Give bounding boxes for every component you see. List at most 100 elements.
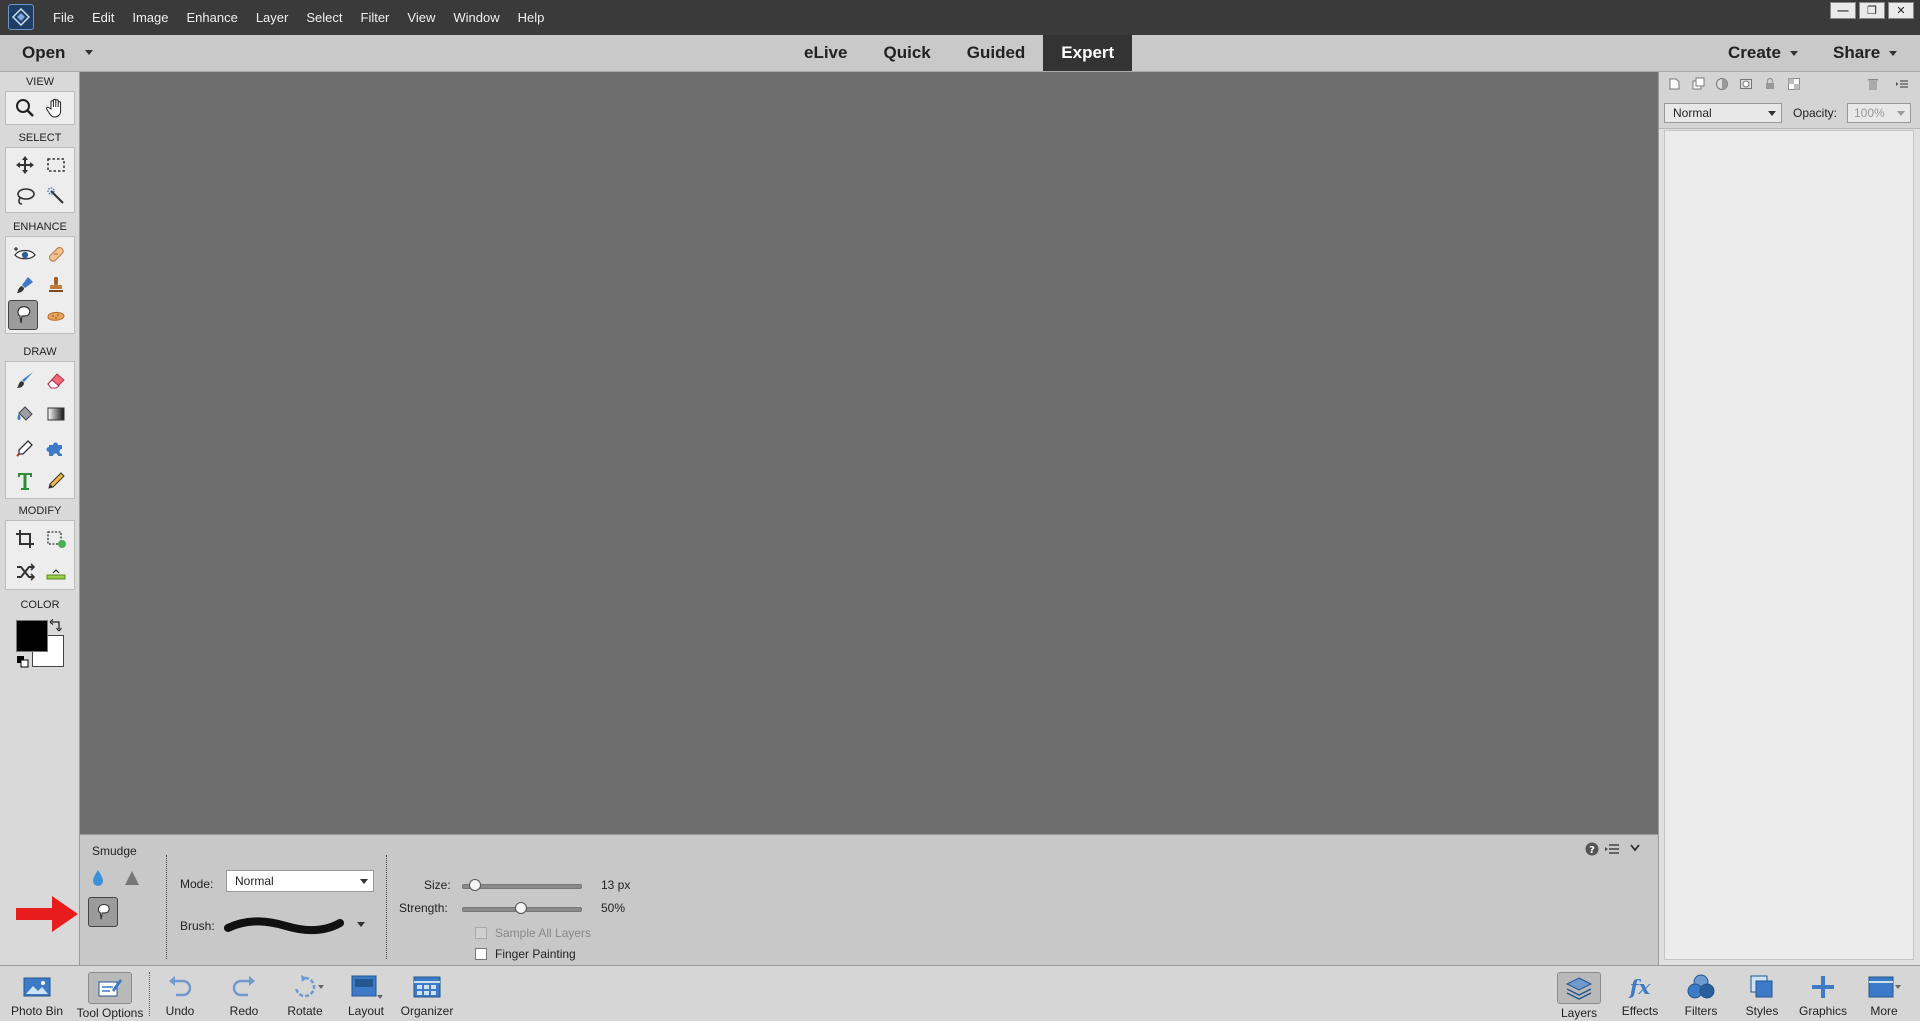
menu-layer[interactable]: Layer (247, 0, 298, 35)
size-slider-thumb[interactable] (469, 879, 482, 891)
brush-picker-dropdown-icon[interactable] (356, 921, 366, 929)
recompose-tool[interactable] (41, 524, 71, 554)
eraser-tool[interactable] (41, 365, 71, 395)
close-button[interactable]: ✕ (1888, 2, 1914, 19)
create-button[interactable]: Create (1728, 35, 1798, 71)
tab-expert[interactable]: Expert (1043, 35, 1133, 71)
menu-select[interactable]: Select (297, 0, 351, 35)
custom-shape-tool[interactable] (41, 433, 71, 463)
gradient-tool[interactable] (41, 399, 71, 429)
filters-button[interactable]: Filters (1670, 966, 1732, 1021)
tab-quick[interactable]: Quick (865, 35, 948, 71)
eye-icon (14, 247, 36, 260)
eyedropper-tool[interactable] (10, 433, 40, 463)
menu-window[interactable]: Window (444, 0, 508, 35)
trash-icon[interactable] (1866, 77, 1880, 91)
undo-button[interactable]: Undo (149, 966, 211, 1021)
app-logo-icon[interactable] (8, 4, 34, 30)
more-button[interactable]: More (1853, 966, 1915, 1021)
layer-mask-icon[interactable] (1739, 77, 1753, 91)
sponge-icon (47, 311, 65, 321)
layers-list[interactable] (1664, 130, 1914, 960)
sample-all-layers-checkbox[interactable] (475, 927, 487, 939)
help-icon[interactable]: ? (1584, 841, 1600, 857)
lock-icon[interactable] (1763, 77, 1777, 91)
menu-image[interactable]: Image (123, 0, 177, 35)
menu-help[interactable]: Help (509, 0, 554, 35)
organizer-button[interactable]: Organizer (396, 966, 458, 1021)
red-eye-tool[interactable] (10, 239, 40, 269)
mode-dropdown[interactable]: Normal (226, 870, 374, 892)
chevron-down-icon (1897, 111, 1905, 116)
zoom-tool[interactable] (10, 93, 40, 123)
sponge-tool[interactable] (41, 301, 71, 331)
styles-button[interactable]: Styles (1731, 966, 1793, 1021)
magic-wand-tool[interactable] (41, 181, 71, 211)
finger-painting-checkbox[interactable] (475, 948, 487, 960)
share-button[interactable]: Share (1833, 35, 1898, 71)
menu-enhance[interactable]: Enhance (178, 0, 247, 35)
swap-colors-icon[interactable] (49, 618, 63, 632)
marquee-tool[interactable] (41, 150, 71, 180)
opacity-input[interactable]: 100% (1847, 103, 1911, 123)
foreground-color-swatch[interactable] (16, 620, 48, 652)
adjustment-layer-icon[interactable] (1715, 77, 1729, 91)
blur-tool-variant[interactable] (84, 864, 112, 892)
open-dropdown-icon[interactable] (85, 50, 93, 55)
graphics-button[interactable]: Graphics (1792, 966, 1854, 1021)
sharpen-tool-variant[interactable] (118, 864, 146, 892)
hand-icon (46, 98, 62, 118)
strength-value[interactable]: 50% (601, 901, 625, 915)
brush-preview-stroke[interactable] (224, 913, 344, 939)
menu-filter[interactable]: Filter (352, 0, 399, 35)
layout-label: Layout (347, 1004, 385, 1018)
panel-menu-icon[interactable] (1604, 842, 1620, 856)
chevron-down-icon (1768, 111, 1776, 116)
type-tool[interactable] (10, 466, 40, 496)
move-tool[interactable] (10, 150, 40, 180)
strength-slider-thumb[interactable] (515, 902, 527, 914)
size-value[interactable]: 13 px (601, 878, 630, 892)
crop-tool[interactable] (10, 524, 40, 554)
new-layer-icon[interactable] (1667, 77, 1681, 91)
rotate-button[interactable]: Rotate (274, 966, 336, 1021)
open-button[interactable]: Open (22, 35, 65, 71)
effects-button[interactable]: fx Effects (1609, 966, 1671, 1021)
layers-button[interactable]: Layers (1548, 966, 1610, 1021)
redo-button[interactable]: Redo (213, 966, 275, 1021)
smudge-tool-variant[interactable] (88, 897, 118, 927)
paint-bucket-tool[interactable] (10, 399, 40, 429)
tab-guided[interactable]: Guided (949, 35, 1044, 71)
blend-mode-dropdown[interactable]: Normal (1664, 103, 1782, 123)
lock-transparent-icon[interactable] (1787, 77, 1801, 91)
menu-file[interactable]: File (44, 0, 83, 35)
collapse-panel-icon[interactable] (1629, 843, 1641, 853)
lasso-tool[interactable] (10, 181, 40, 211)
smudge-icon (17, 306, 31, 324)
pencil-tool[interactable] (41, 466, 71, 496)
brush-tool[interactable] (10, 365, 40, 395)
undo-icon (169, 976, 192, 997)
spot-healing-tool[interactable] (41, 239, 71, 269)
tool-group-view (5, 91, 75, 125)
straighten-tool[interactable] (41, 557, 71, 587)
brush-label: Brush: (180, 919, 215, 933)
panel-menu-icon[interactable] (1895, 77, 1909, 91)
restore-button[interactable]: ❐ (1859, 2, 1885, 19)
menu-view[interactable]: View (398, 0, 444, 35)
default-colors-icon[interactable] (16, 655, 30, 669)
layout-button[interactable]: Layout (335, 966, 397, 1021)
rotate-label: Rotate (287, 1004, 323, 1018)
minimize-button[interactable]: — (1830, 2, 1856, 19)
clone-stamp-tool[interactable] (41, 270, 71, 300)
photo-bin-button[interactable]: Photo Bin (6, 966, 68, 1021)
smudge-tool[interactable] (8, 300, 38, 330)
tab-elive[interactable]: eLive (786, 35, 865, 71)
hand-tool[interactable] (41, 93, 71, 123)
menu-edit[interactable]: Edit (83, 0, 123, 35)
canvas-area[interactable] (80, 72, 1658, 834)
content-aware-move-tool[interactable] (10, 557, 40, 587)
tool-options-button[interactable]: Tool Options (77, 966, 143, 1021)
smart-brush-tool[interactable] (10, 270, 40, 300)
new-group-icon[interactable] (1691, 77, 1705, 91)
